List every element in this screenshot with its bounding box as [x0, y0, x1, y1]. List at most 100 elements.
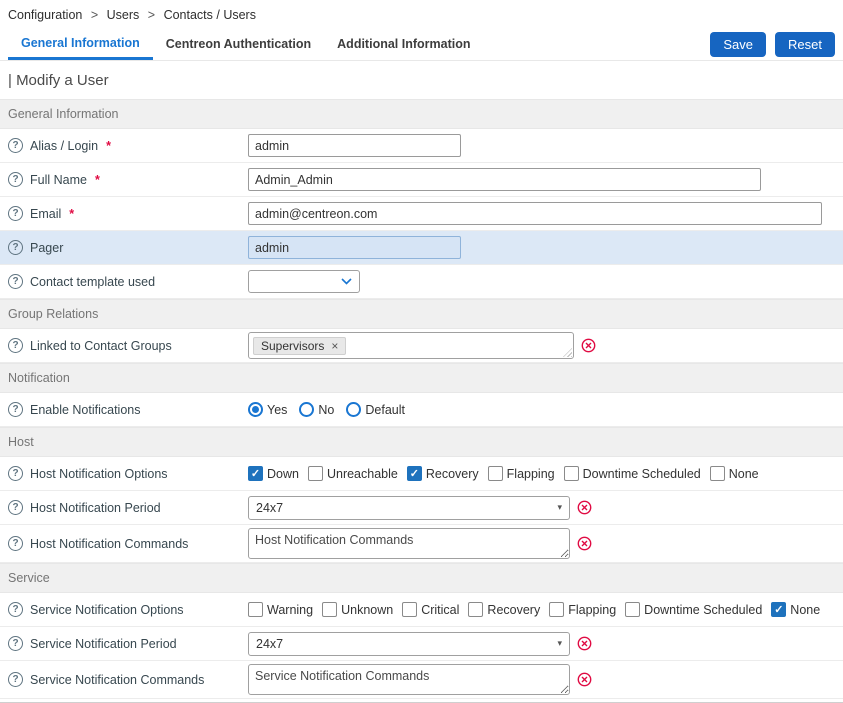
radio-option-yes: Yes [248, 402, 287, 417]
service-options-checkbox-recovery[interactable] [468, 602, 483, 617]
checkbox-label-downtime-scheduled: Downtime Scheduled [583, 467, 701, 481]
help-icon[interactable]: ? [8, 138, 23, 153]
host-notification-commands-textarea[interactable] [248, 528, 570, 559]
checkbox-item-none: ✓ None [771, 602, 820, 617]
field-label-alias-login: Alias / Login [30, 139, 98, 153]
check-icon: ✓ [410, 467, 419, 480]
checkbox-label-recovery: Recovery [426, 467, 479, 481]
enable-notifications-radio-no[interactable] [299, 402, 314, 417]
enable-notifications-radio-yes[interactable] [248, 402, 263, 417]
contact-groups-multiselect[interactable]: Supervisors × [248, 332, 574, 359]
clear-contact-groups-icon[interactable] [581, 338, 596, 353]
full-name-input[interactable] [248, 168, 761, 191]
checkbox-label-unreachable: Unreachable [327, 467, 398, 481]
label-cell: ? Service Notification Commands [8, 672, 248, 687]
help-icon[interactable]: ? [8, 172, 23, 187]
field-cell: Warning Unknown Critical Recovery Flappi… [248, 602, 843, 617]
clear-host-notification-commands-icon[interactable] [577, 536, 592, 551]
form-row-full-name: ? Full Name * [0, 163, 843, 197]
resize-handle[interactable] [563, 348, 572, 357]
checkbox-item-down: ✓ Down [248, 466, 299, 481]
label-cell: ? Contact template used [8, 274, 248, 289]
checkbox-item-none: None [710, 466, 759, 481]
host-options-checkbox-recovery[interactable]: ✓ [407, 466, 422, 481]
checkbox-item-recovery: ✓ Recovery [407, 466, 479, 481]
checkbox-item-downtime-scheduled: Downtime Scheduled [564, 466, 701, 481]
field-label-email: Email [30, 207, 61, 221]
field-label-enable-notifications: Enable Notifications [30, 403, 140, 417]
field-cell: 24x7 ▾ [248, 496, 843, 520]
service-options-checkbox-critical[interactable] [402, 602, 417, 617]
label-cell: ? Linked to Contact Groups [8, 338, 248, 353]
service-options-checkbox-warning[interactable] [248, 602, 263, 617]
help-icon[interactable]: ? [8, 536, 23, 551]
host-options-checkbox-downtime-scheduled[interactable] [564, 466, 579, 481]
field-cell: ✓ Down Unreachable ✓ Recovery Flapping [248, 466, 843, 481]
clear-service-notification-commands-icon[interactable] [577, 672, 592, 687]
required-marker: * [106, 139, 111, 153]
tab-list: General Information Centreon Authenticat… [8, 28, 483, 60]
breadcrumb-item-users[interactable]: Users [107, 8, 140, 22]
alias-login-input[interactable] [248, 134, 461, 157]
help-icon[interactable]: ? [8, 500, 23, 515]
breadcrumb-item-contacts-users[interactable]: Contacts / Users [164, 8, 256, 22]
field-label-service-notification-period: Service Notification Period [30, 637, 177, 651]
host-options-checkbox-none[interactable] [710, 466, 725, 481]
chevron-down-icon: ▾ [557, 503, 562, 512]
form-row-contact-template: ? Contact template used [0, 265, 843, 299]
action-buttons: Save Reset [710, 28, 835, 60]
help-icon[interactable]: ? [8, 466, 23, 481]
host-notification-period-select[interactable]: 24x7 ▾ [248, 496, 570, 520]
save-button[interactable]: Save [710, 32, 766, 57]
service-notification-commands-textarea[interactable] [248, 664, 570, 695]
tab-additional-information[interactable]: Additional Information [324, 28, 483, 60]
checkbox-item-critical: Critical [402, 602, 459, 617]
pager-input[interactable] [248, 236, 461, 259]
clear-service-notification-period-icon[interactable] [577, 636, 592, 651]
enable-notifications-radio-default[interactable] [346, 402, 361, 417]
help-icon[interactable]: ? [8, 338, 23, 353]
remove-tag-icon[interactable]: × [331, 340, 338, 352]
help-icon[interactable]: ? [8, 672, 23, 687]
breadcrumb-item-configuration[interactable]: Configuration [8, 8, 82, 22]
email-input[interactable] [248, 202, 822, 225]
service-notification-period-select[interactable]: 24x7 ▾ [248, 632, 570, 656]
page-title: | Modify a User [0, 61, 843, 99]
required-marker: * [69, 207, 74, 221]
checkbox-item-unreachable: Unreachable [308, 466, 398, 481]
host-options-checkbox-unreachable[interactable] [308, 466, 323, 481]
section-header-notification: Notification [0, 363, 843, 393]
field-cell: 24x7 ▾ [248, 632, 843, 656]
radio-option-default: Default [346, 402, 405, 417]
form-row-email: ? Email * [0, 197, 843, 231]
clear-host-notification-period-icon[interactable] [577, 500, 592, 515]
form-row-service-notification-period: ? Service Notification Period 24x7 ▾ [0, 627, 843, 661]
help-icon[interactable]: ? [8, 602, 23, 617]
checkbox-label-none: None [729, 467, 759, 481]
service-notification-options-group: Warning Unknown Critical Recovery Flappi… [248, 602, 820, 617]
help-icon[interactable]: ? [8, 636, 23, 651]
reset-button[interactable]: Reset [775, 32, 835, 57]
section-header-host: Host [0, 427, 843, 457]
service-options-checkbox-none[interactable]: ✓ [771, 602, 786, 617]
checkbox-item-flapping: Flapping [488, 466, 555, 481]
tab-centreon-authentication[interactable]: Centreon Authentication [153, 28, 324, 60]
help-icon[interactable]: ? [8, 274, 23, 289]
host-options-checkbox-flapping[interactable] [488, 466, 503, 481]
checkbox-label-unknown: Unknown [341, 603, 393, 617]
section-header-group-relations: Group Relations [0, 299, 843, 329]
host-options-checkbox-down[interactable]: ✓ [248, 466, 263, 481]
contact-template-select[interactable] [248, 270, 360, 293]
form-row-pager: ? Pager [0, 231, 843, 265]
tab-general-information[interactable]: General Information [8, 28, 153, 60]
service-options-checkbox-unknown[interactable] [322, 602, 337, 617]
radio-label-yes: Yes [267, 403, 287, 417]
help-icon[interactable]: ? [8, 240, 23, 255]
chevron-down-icon [341, 278, 352, 285]
help-icon[interactable]: ? [8, 206, 23, 221]
help-icon[interactable]: ? [8, 402, 23, 417]
service-options-checkbox-downtime-scheduled[interactable] [625, 602, 640, 617]
label-cell: ? Alias / Login * [8, 138, 248, 153]
service-options-checkbox-flapping[interactable] [549, 602, 564, 617]
field-label-pager: Pager [30, 241, 63, 255]
